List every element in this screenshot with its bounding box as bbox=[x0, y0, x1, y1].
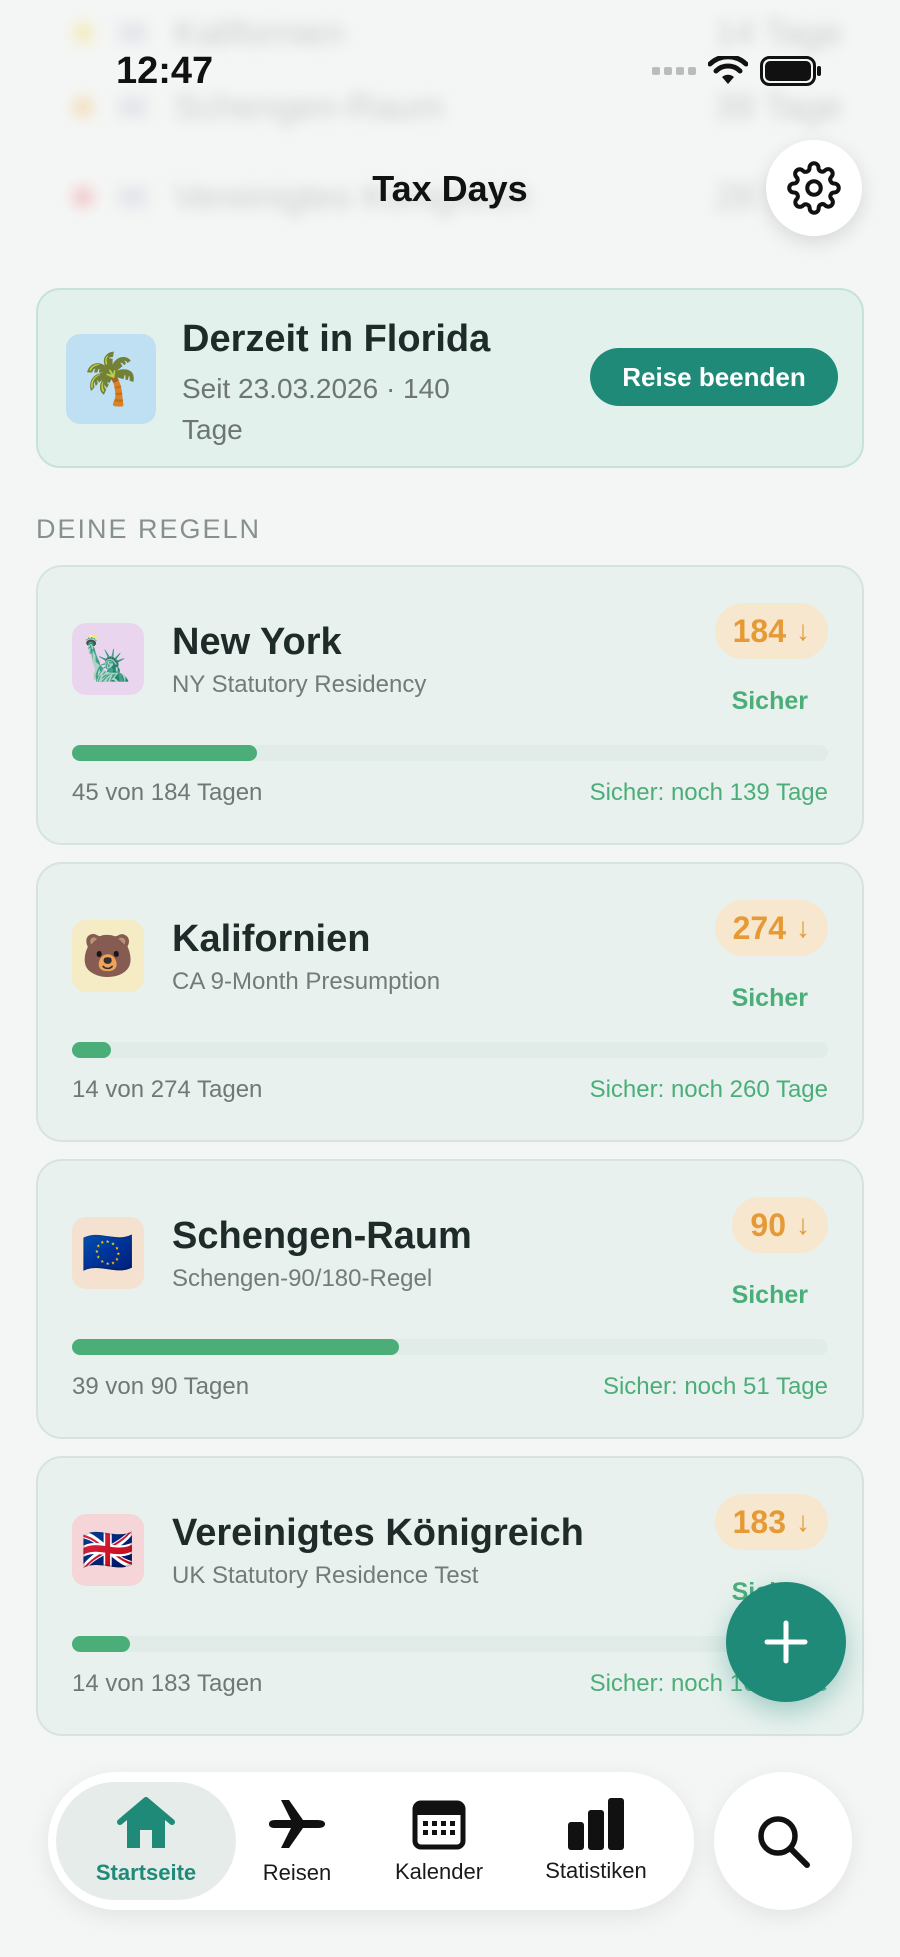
cellular-signal-icon bbox=[652, 67, 696, 75]
status-label: Sicher bbox=[731, 687, 808, 715]
current-location-subtitle: Seit 23.03.2026 · 140 Tage bbox=[182, 373, 450, 445]
tab-startseite[interactable]: Startseite bbox=[56, 1782, 236, 1900]
arrow-down-icon: ↓ bbox=[796, 912, 810, 943]
progress-bar bbox=[72, 1042, 828, 1058]
rule-card-new-york[interactable]: 🗽 New York NY Statutory Residency 184 ↓ S… bbox=[36, 565, 864, 845]
current-location-card: 🌴 Derzeit in Florida Seit 23.03.2026 · 1… bbox=[36, 288, 864, 468]
rule-description: CA 9-Month Presumption bbox=[172, 968, 441, 995]
page-title: Tax Days bbox=[372, 168, 528, 209]
progress-fill bbox=[72, 1339, 400, 1355]
tab-statistiken[interactable]: Statistiken bbox=[526, 1782, 666, 1900]
add-rule-button[interactable] bbox=[726, 1582, 846, 1702]
rule-name: Vereinigtes Königreich bbox=[172, 1512, 584, 1554]
rule-card-schengen[interactable]: 🇪🇺 Schengen-Raum Schengen-90/180-Regel 9… bbox=[36, 1159, 864, 1439]
limit-value: 183 bbox=[732, 1503, 786, 1540]
rule-card-uk[interactable]: 🇬🇧 Vereinigtes Königreich UK Statutory R… bbox=[36, 1456, 864, 1736]
arrow-down-icon: ↓ bbox=[796, 1506, 810, 1537]
status-time: 12:47 bbox=[116, 50, 214, 92]
home-icon bbox=[117, 1797, 175, 1848]
status-label: Sicher bbox=[731, 984, 808, 1012]
limit-badge: 184 ↓ bbox=[714, 603, 828, 659]
rule-description: Schengen-90/180-Regel bbox=[172, 1265, 433, 1292]
rule-name: New York bbox=[172, 621, 342, 663]
settings-button[interactable] bbox=[766, 140, 862, 236]
airplane-icon bbox=[269, 1800, 325, 1848]
plus-icon bbox=[764, 1620, 808, 1664]
progress-fill bbox=[72, 745, 258, 761]
tab-label: Reisen bbox=[262, 1860, 332, 1885]
days-remaining: Sicher: noch 260 Tage bbox=[589, 1076, 828, 1103]
progress-fill bbox=[72, 1042, 111, 1058]
bar-chart-icon bbox=[568, 1798, 624, 1850]
limit-value: 90 bbox=[750, 1206, 786, 1243]
days-remaining: Sicher: noch 51 Tage bbox=[602, 1373, 828, 1400]
days-used: 14 von 183 Tagen bbox=[72, 1670, 263, 1697]
rule-card-kalifornien[interactable]: 🐻 Kalifornien CA 9-Month Presumption 274… bbox=[36, 862, 864, 1142]
arrow-down-icon: ↓ bbox=[796, 1209, 810, 1240]
tab-kalender[interactable]: Kalender bbox=[378, 1782, 500, 1900]
limit-value: 274 bbox=[732, 909, 786, 946]
days-remaining: Sicher: noch 139 Tage bbox=[589, 779, 828, 806]
limit-badge: 90 ↓ bbox=[732, 1197, 828, 1253]
battery-icon bbox=[760, 56, 821, 86]
rules-section-label: DEINE REGELN bbox=[36, 514, 262, 544]
tab-reisen[interactable]: Reisen bbox=[244, 1782, 350, 1900]
progress-bar bbox=[72, 1339, 828, 1355]
tab-label: Startseite bbox=[95, 1860, 197, 1885]
limit-badge: 183 ↓ bbox=[714, 1494, 828, 1550]
days-used: 14 von 274 Tagen bbox=[72, 1076, 263, 1103]
rule-description: UK Statutory Residence Test bbox=[172, 1562, 479, 1589]
limit-badge: 274 ↓ bbox=[714, 900, 828, 956]
progress-bar bbox=[72, 745, 828, 761]
progress-bar bbox=[72, 1636, 828, 1652]
palm-tree-icon: 🌴 bbox=[66, 334, 156, 424]
uk-flag-icon: 🇬🇧 bbox=[72, 1514, 144, 1586]
rule-description: NY Statutory Residency bbox=[172, 671, 427, 698]
gear-icon bbox=[787, 161, 841, 215]
wifi-icon bbox=[708, 56, 748, 84]
rule-name: Kalifornien bbox=[172, 918, 371, 960]
status-icons bbox=[652, 56, 822, 86]
current-location-title: Derzeit in Florida bbox=[182, 318, 491, 360]
end-trip-button[interactable]: Reise beenden bbox=[590, 348, 838, 406]
search-icon bbox=[758, 1816, 810, 1868]
bear-icon: 🐻 bbox=[72, 920, 144, 992]
bottom-tab-bar: Startseite Reisen Kalender Statistiken bbox=[48, 1772, 694, 1910]
rule-name: Schengen-Raum bbox=[172, 1215, 472, 1257]
tab-label: Statistiken bbox=[545, 1858, 647, 1883]
calendar-icon bbox=[412, 1800, 466, 1850]
search-button[interactable] bbox=[714, 1772, 852, 1910]
statue-of-liberty-icon: 🗽 bbox=[72, 623, 144, 695]
progress-fill bbox=[72, 1636, 131, 1652]
days-used: 39 von 90 Tagen bbox=[72, 1373, 250, 1400]
eu-flag-icon: 🇪🇺 bbox=[72, 1217, 144, 1289]
days-used: 45 von 184 Tagen bbox=[72, 779, 263, 806]
status-label: Sicher bbox=[731, 1281, 808, 1309]
tab-label: Kalender bbox=[394, 1859, 484, 1884]
status-bar: 12:47 bbox=[0, 0, 900, 110]
arrow-down-icon: ↓ bbox=[796, 615, 810, 646]
limit-value: 184 bbox=[732, 612, 786, 649]
